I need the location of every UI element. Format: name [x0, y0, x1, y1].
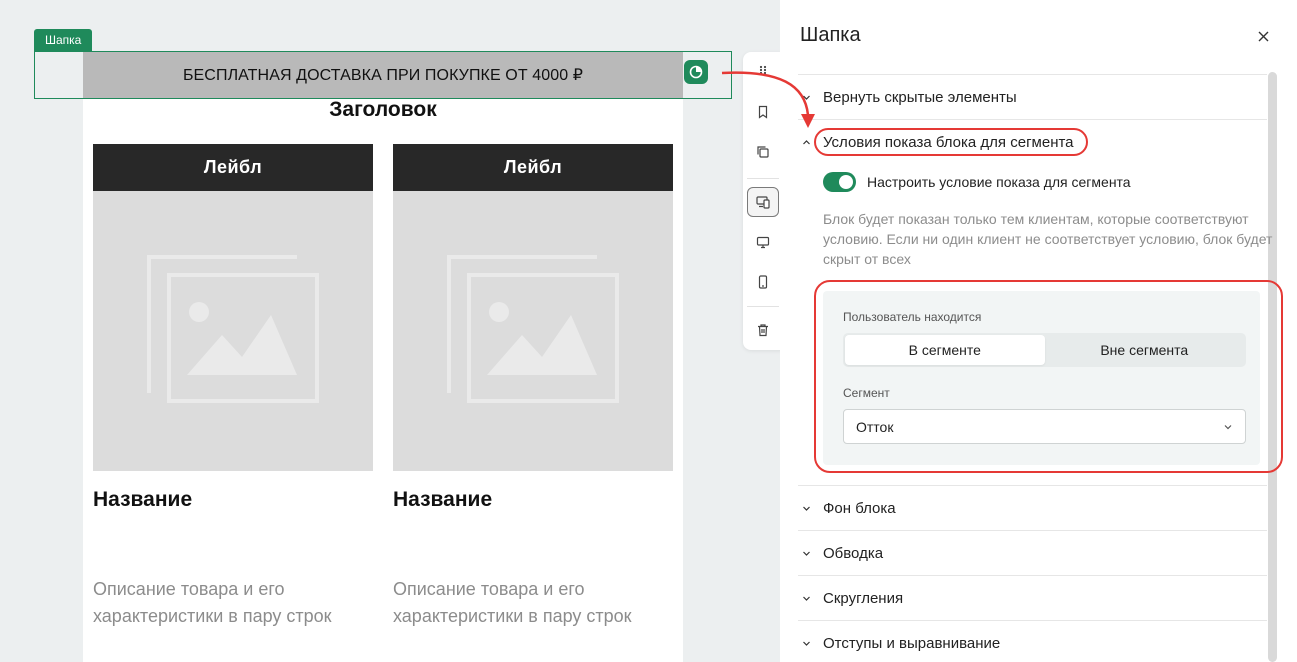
drag-handle-icon — [759, 65, 767, 75]
card-description: Описание товара и его характеристики в п… — [93, 579, 332, 626]
close-icon — [1258, 31, 1268, 41]
chevron-down-icon — [798, 639, 823, 648]
segment-help-text: Блок будет показан только тем клиентам, … — [823, 211, 1273, 267]
card-label: Лейбл — [393, 144, 673, 191]
segment-toggle[interactable] — [823, 172, 856, 192]
section-restore-hidden[interactable]: Вернуть скрытые элементы — [798, 74, 1267, 119]
copy-icon — [757, 146, 769, 158]
settings-panel: Шапка Вернуть скрытые элементы Условия п… — [780, 0, 1297, 662]
chevron-down-icon — [798, 93, 823, 102]
section-label: Скругления — [823, 589, 904, 607]
image-placeholder-icon — [447, 255, 619, 403]
toolbar-divider — [747, 306, 779, 307]
desktop-view-button[interactable] — [747, 227, 779, 257]
clock-icon — [689, 65, 703, 79]
toolbar-divider — [747, 178, 779, 179]
selected-block-frame[interactable] — [34, 51, 732, 99]
mobile-icon — [758, 275, 768, 289]
section-padding-alignment[interactable]: Отступы и выравнивание — [798, 620, 1267, 662]
image-placeholder[interactable] — [393, 191, 673, 471]
segment-toggle-row[interactable]: Настроить условие показа для сегмента — [823, 172, 1131, 192]
segment-toggle-label: Настроить условие показа для сегмента — [867, 174, 1131, 190]
bookmark-button[interactable] — [747, 97, 779, 127]
image-placeholder-icon — [147, 255, 319, 403]
annotation-highlight — [814, 128, 1088, 156]
drag-handle-button[interactable] — [747, 55, 779, 85]
section-rounding[interactable]: Скругления — [798, 575, 1267, 620]
section-label: Фон блока — [823, 499, 896, 517]
annotation-highlight — [814, 280, 1283, 473]
product-card[interactable]: Лейбл Название Описание товара и его хар… — [393, 144, 673, 630]
bookmark-icon — [758, 105, 768, 119]
editor-canvas: БЕСПЛАТНАЯ ДОСТАВКА ПРИ ПОКУПКЕ ОТ 4000 … — [0, 0, 780, 662]
schedule-button[interactable] — [684, 60, 708, 84]
delete-button[interactable] — [747, 315, 779, 345]
card-label: Лейбл — [93, 144, 373, 191]
selected-block-tag: Шапка — [34, 29, 93, 51]
section-label: Обводка — [823, 544, 884, 562]
card-name: Название — [393, 488, 493, 511]
block-toolbar — [743, 52, 783, 350]
section-label: Отступы и выравнивание — [823, 634, 1001, 652]
mobile-view-button[interactable] — [747, 267, 779, 297]
section-background[interactable]: Фон блока — [798, 485, 1267, 530]
card-description: Описание товара и его характеристики в п… — [393, 579, 632, 626]
image-placeholder[interactable] — [93, 191, 373, 471]
copy-button[interactable] — [747, 137, 779, 167]
product-card[interactable]: Лейбл Название Описание товара и его хар… — [93, 144, 373, 630]
chevron-down-icon — [798, 549, 823, 558]
devices-button[interactable] — [747, 187, 779, 217]
desktop-icon — [756, 236, 770, 249]
panel-title: Шапка — [800, 24, 861, 46]
card-name: Название — [93, 488, 193, 511]
chevron-down-icon — [798, 504, 823, 513]
trash-icon — [758, 324, 768, 337]
chevron-down-icon — [798, 594, 823, 603]
section-border[interactable]: Обводка — [798, 530, 1267, 575]
section-label: Вернуть скрытые элементы — [823, 88, 1017, 106]
devices-icon — [756, 196, 770, 209]
email-title[interactable]: Заголовок — [83, 98, 683, 122]
close-button[interactable] — [1254, 27, 1272, 45]
